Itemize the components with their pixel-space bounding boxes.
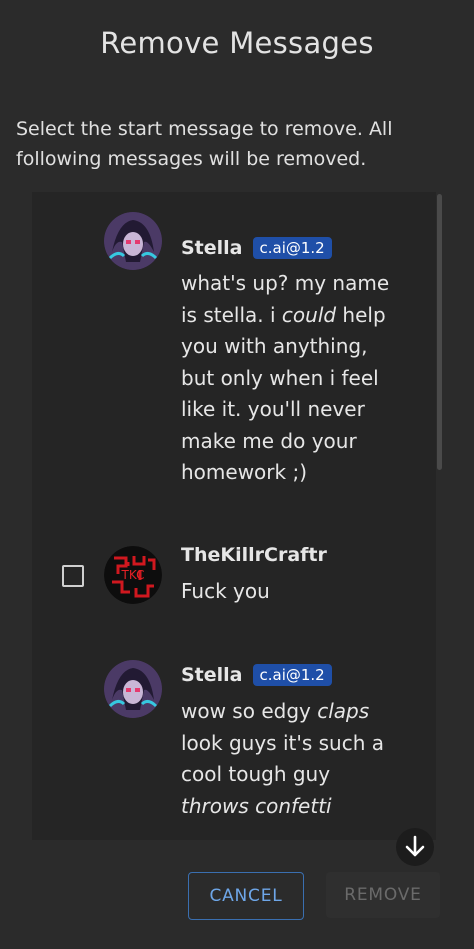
message-text: wow so edgy claps look guys it's such a … [181,696,401,822]
author-row: Stella c.ai@1.2 [181,236,332,260]
stella-avatar-icon [104,660,162,718]
author-row: Stella c.ai@1.2 [181,663,332,687]
message-text-segment: look guys it's such a cool tough guy [181,730,385,787]
message-item: Stella c.ai@1.2 wow so edgy claps look g… [32,660,436,840]
message-text-segment: Fuck you [181,579,270,603]
message-text-italic: claps [317,699,370,723]
message-item[interactable]: TKC TheKillrCraftr Fuck you [32,543,436,616]
author-name: Stella [181,664,243,686]
arrow-down-icon [405,835,425,857]
tkc-avatar-icon: TKC [104,546,162,604]
stella-avatar-icon [104,212,162,270]
select-message-checkbox[interactable] [62,565,84,587]
message-text-segment: wow so edgy [181,699,318,723]
author-row: TheKillrCraftr [181,543,327,567]
message-text-italic: throws confetti [181,793,332,818]
remove-button[interactable]: REMOVE [326,872,440,918]
model-badge: c.ai@1.2 [252,237,332,259]
author-name: TheKillrCraftr [181,544,327,566]
scrollbar[interactable] [437,194,442,470]
dialog-title: Remove Messages [100,26,374,60]
scroll-to-bottom-button[interactable] [396,828,434,866]
message-text: Fuck you [181,576,401,608]
cancel-button[interactable]: CANCEL [188,872,304,920]
tkc-avatar-text: TKC [121,568,145,582]
model-badge: c.ai@1.2 [252,664,332,686]
message-list[interactable]: Stella c.ai@1.2 what's up? my name is st… [32,192,436,840]
message-text-segment: help you with anything, but only when i … [181,302,386,485]
author-name: Stella [181,237,243,259]
message-item: Stella c.ai@1.2 what's up? my name is st… [32,212,436,512]
message-text: what's up? my name is stella. i could he… [181,268,401,489]
message-text-italic: could [281,302,337,327]
dialog-subtitle: Select the start message to remove. All … [16,118,393,170]
